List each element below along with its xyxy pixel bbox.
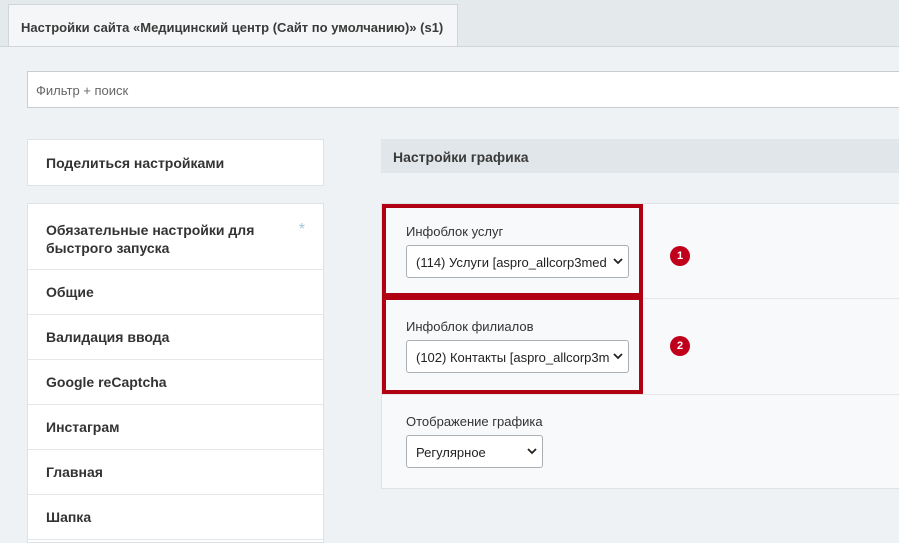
sidebar-item-instagram[interactable]: Инстаграм	[28, 405, 323, 450]
sidebar-item-header[interactable]: Шапка	[28, 495, 323, 540]
required-star-icon: *	[298, 221, 305, 238]
sidebar-item-quick-start[interactable]: Обязательные настройки для быстрого запу…	[28, 204, 323, 270]
select-value: Регулярное	[416, 445, 486, 460]
sidebar-item-general[interactable]: Общие	[28, 270, 323, 315]
settings-sidebar: Обязательные настройки для быстрого запу…	[27, 203, 324, 543]
sidebar-item-input-validation[interactable]: Валидация ввода	[28, 315, 323, 360]
sidebar-item-label: Google reCaptcha	[46, 374, 167, 390]
sidebar-item-main[interactable]: Главная	[28, 450, 323, 495]
filter-search-input[interactable]: Фильтр + поиск	[27, 71, 899, 108]
schedule-display-label: Отображение графика	[406, 414, 543, 429]
sidebar-item-label: Обязательные настройки для быстрого запу…	[46, 222, 255, 256]
sidebar-item-label: Инстаграм	[46, 419, 120, 435]
sidebar-item-label: Главная	[46, 464, 103, 480]
sidebar-item-label: Валидация ввода	[46, 329, 170, 345]
highlight-frame-1	[382, 204, 643, 297]
annotation-badge-2: 2	[670, 336, 690, 356]
tab-site-settings[interactable]: Настройки сайта «Медицинский центр (Сайт…	[8, 4, 458, 46]
section-title: Настройки графика	[381, 139, 899, 173]
sidebar-item-recaptcha[interactable]: Google reCaptcha	[28, 360, 323, 405]
highlight-frame-2	[382, 296, 643, 394]
annotation-badge-1: 1	[670, 246, 690, 266]
chevron-down-icon	[527, 448, 537, 455]
schedule-display-select[interactable]: Регулярное	[406, 435, 543, 468]
row-divider	[382, 394, 899, 395]
sidebar-item-label: Общие	[46, 284, 94, 300]
tab-bar: Настройки сайта «Медицинский центр (Сайт…	[0, 0, 899, 47]
share-settings-button[interactable]: Поделиться настройками	[27, 139, 324, 186]
sidebar-item-label: Шапка	[46, 509, 92, 525]
